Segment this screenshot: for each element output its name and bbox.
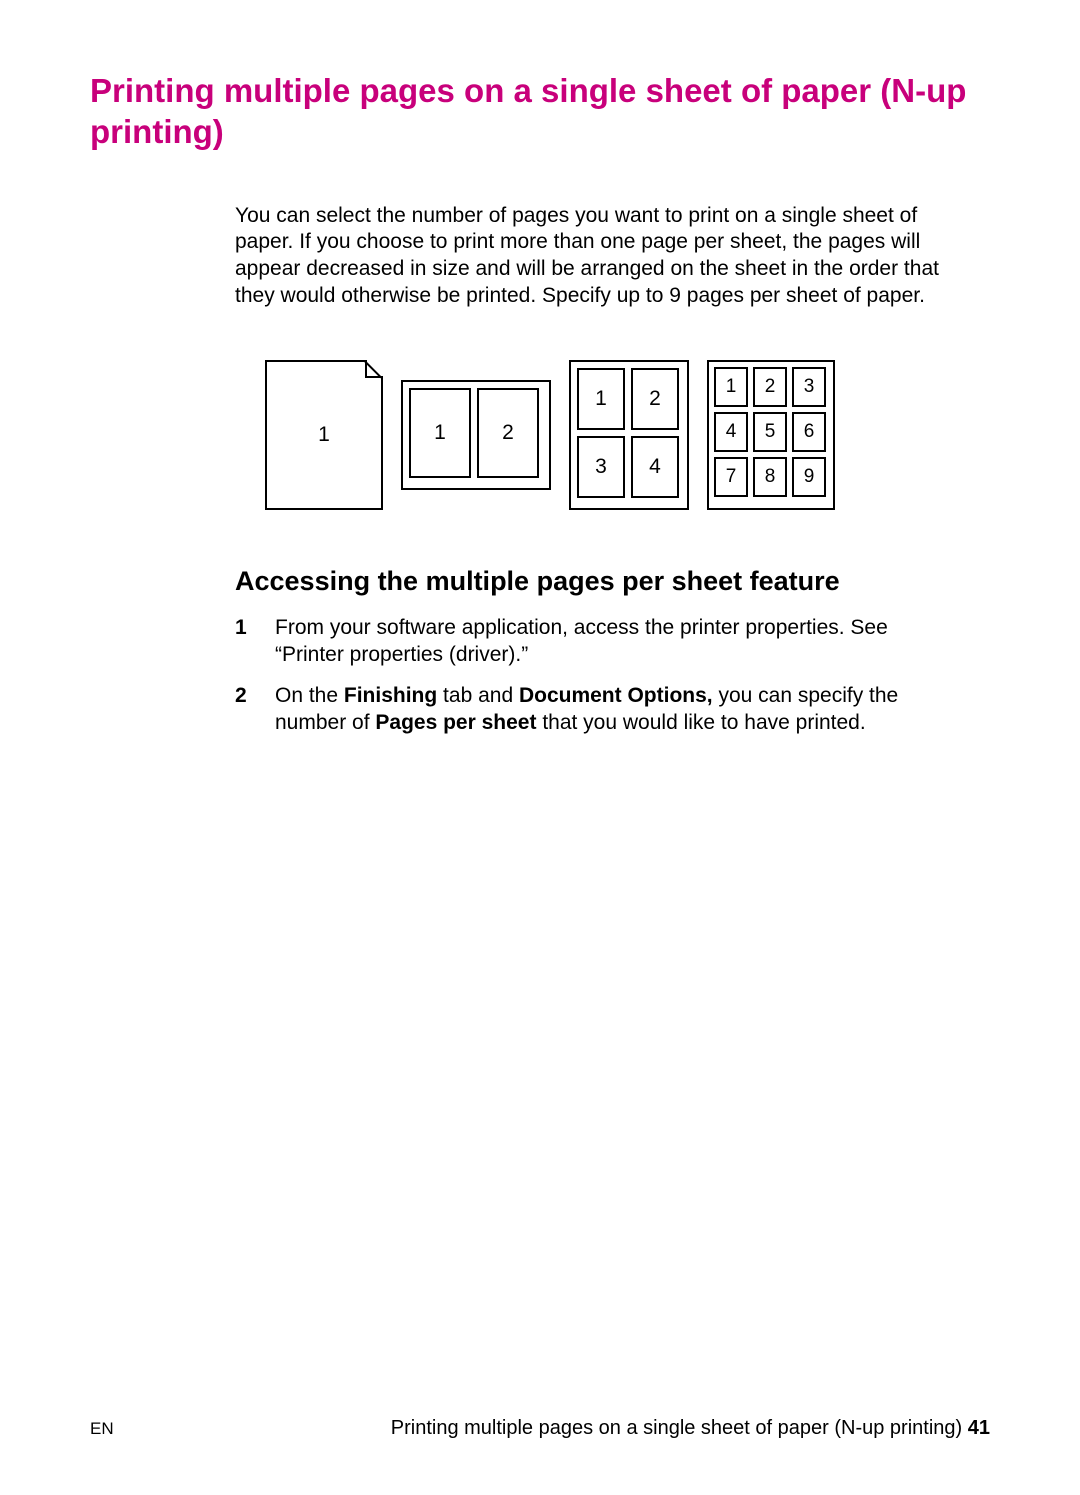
intro-paragraph: You can select the number of pages you w…	[235, 203, 940, 311]
cell-label: 4	[714, 412, 748, 452]
cell-label: 8	[753, 457, 787, 497]
step-number: 2	[235, 683, 275, 737]
cell-label: 1	[714, 367, 748, 407]
page-title: Printing multiple pages on a single shee…	[90, 70, 990, 153]
cell-label: 3	[577, 436, 625, 498]
page-content: Printing multiple pages on a single shee…	[0, 0, 1080, 1495]
cell-label: 2	[477, 388, 539, 478]
sheet-9up: 1 2 3 4 5 6 7 8 9	[707, 360, 835, 510]
cell-label: 6	[792, 412, 826, 452]
cell-label: 5	[753, 412, 787, 452]
section-heading: Accessing the multiple pages per sheet f…	[235, 565, 940, 597]
cell-label: 1	[577, 368, 625, 430]
dogear-fold-icon	[365, 360, 383, 378]
cell-label: 1	[318, 423, 330, 447]
page-number: 41	[968, 1417, 990, 1439]
cell-label: 1	[409, 388, 471, 478]
step-text: On the Finishing tab and Document Option…	[275, 683, 940, 737]
cell-label: 9	[792, 457, 826, 497]
cell-label: 3	[792, 367, 826, 407]
nup-diagram: 1 1 2 1 2 3 4	[265, 360, 940, 510]
step-1: 1 From your software application, access…	[235, 615, 940, 669]
sheet-4up: 1 2 3 4	[569, 360, 689, 510]
step-2: 2 On the Finishing tab and Document Opti…	[235, 683, 940, 737]
cell-label: 2	[631, 368, 679, 430]
step-text: From your software application, access t…	[275, 615, 940, 669]
footer-lang: EN	[90, 1419, 114, 1439]
cell-label: 7	[714, 457, 748, 497]
page-footer: EN Printing multiple pages on a single s…	[90, 1417, 990, 1440]
cell-label: 2	[753, 367, 787, 407]
cell-label: 4	[631, 436, 679, 498]
sheet-2up: 1 2	[401, 380, 551, 490]
step-number: 1	[235, 615, 275, 669]
body-column: You can select the number of pages you w…	[235, 203, 940, 737]
sheet-1up: 1	[265, 360, 383, 510]
footer-title: Printing multiple pages on a single shee…	[391, 1417, 990, 1440]
